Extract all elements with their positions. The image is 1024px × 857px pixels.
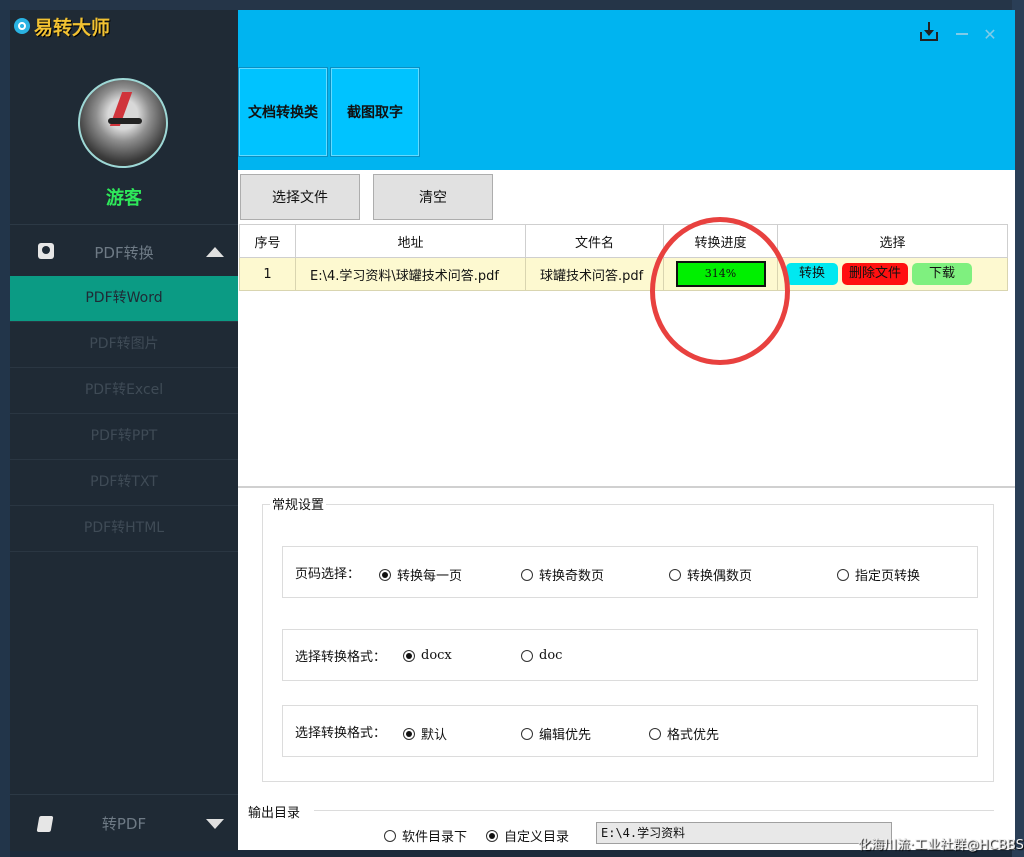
column-header-index[interactable]: 序号	[239, 224, 296, 258]
general-settings-title: 常规设置	[270, 494, 327, 513]
watermark-text: 化海川流·工业社群@HCBBS	[858, 838, 1024, 853]
column-header-actions[interactable]: 选择	[777, 224, 1008, 258]
sidebar-footer-label: 转PDF	[101, 815, 147, 833]
logo-text: 易转大师	[34, 16, 111, 39]
app-logo: 易转大师	[14, 14, 111, 39]
close-icon[interactable]: ✕	[982, 22, 998, 46]
sidebar-item-pdf-to-image[interactable]: PDF转图片	[10, 322, 238, 368]
desktop-background-top	[0, 0, 1024, 10]
page-select-box: 页码选择： 转换每一页 转换奇数页 转换偶数页 指定页转换	[282, 546, 978, 598]
sidebar-item-pdf-to-excel[interactable]: PDF转Excel	[10, 368, 238, 414]
delete-file-button[interactable]: 删除文件	[842, 263, 908, 285]
download-icon[interactable]	[918, 22, 942, 46]
chevron-down-icon[interactable]	[206, 819, 224, 829]
chevron-up-icon[interactable]	[206, 247, 224, 257]
row-filename: 球罐技术问答.pdf	[525, 257, 664, 291]
radio-format-docx[interactable]: docx	[403, 648, 452, 663]
clear-button[interactable]: 清空	[373, 174, 493, 220]
avatar[interactable]	[78, 78, 168, 168]
sidebar-item-pdf-to-word[interactable]: PDF转Word	[10, 276, 238, 322]
file-table: 序号 地址 文件名 转换进度 选择 1 E:\4.学习资料\球罐技术问答.pdf…	[239, 224, 1008, 291]
row-progress-cell: 314%	[663, 257, 778, 291]
radio-priority-edit[interactable]: 编辑优先	[521, 724, 591, 743]
desktop-background-left	[0, 0, 10, 857]
table-header-row: 序号 地址 文件名 转换进度 选择	[239, 224, 1008, 258]
radio-priority-format[interactable]: 格式优先	[649, 724, 719, 743]
column-header-path[interactable]: 地址	[295, 224, 526, 258]
row-actions: 转换 删除文件 下载	[777, 257, 1008, 291]
row-index: 1	[239, 257, 296, 291]
progress-bar: 314%	[675, 261, 766, 287]
radio-priority-default[interactable]: 默认	[403, 724, 447, 743]
row-path: E:\4.学习资料\球罐技术问答.pdf	[295, 257, 526, 291]
select-file-button[interactable]: 选择文件	[240, 174, 360, 220]
format-select-box: 选择转换格式： docx doc	[282, 629, 978, 681]
radio-output-software-dir[interactable]: 软件目录下	[384, 826, 467, 845]
sidebar-section-pdf-convert[interactable]: PDF转换	[10, 224, 238, 277]
toolbar: 选择文件 清空	[238, 170, 1015, 222]
top-bar: ✕ 文档转换类 截图取字	[238, 10, 1015, 170]
convert-button[interactable]: 转换	[786, 263, 838, 285]
sidebar-section-to-pdf[interactable]: 转PDF	[10, 794, 238, 851]
user-name: 游客	[106, 188, 142, 209]
sidebar-item-pdf-to-ppt[interactable]: PDF转PPT	[10, 414, 238, 460]
table-row[interactable]: 1 E:\4.学习资料\球罐技术问答.pdf 球罐技术问答.pdf 314% 转…	[239, 257, 1008, 291]
settings-panel: 常规设置 页码选择： 转换每一页 转换奇数页 转换偶数页 指定页转换 选择转换格…	[238, 488, 1015, 850]
format-select-label: 选择转换格式：	[295, 650, 387, 665]
file-table-area: 序号 地址 文件名 转换进度 选择 1 E:\4.学习资料\球罐技术问答.pdf…	[238, 222, 1015, 488]
app-window: 易转大师 游客 PDF转换 PDF转Word PDF转图片 PDF转Excel …	[10, 10, 1015, 851]
page-select-label: 页码选择：	[295, 567, 361, 582]
column-header-filename[interactable]: 文件名	[525, 224, 664, 258]
column-header-progress[interactable]: 转换进度	[663, 224, 778, 258]
priority-select-label: 选择转换格式：	[295, 726, 387, 741]
sidebar-item-pdf-to-txt[interactable]: PDF转TXT	[10, 460, 238, 506]
sidebar: 易转大师 游客 PDF转换 PDF转Word PDF转图片 PDF转Excel …	[10, 10, 238, 851]
radio-specified-pages[interactable]: 指定页转换	[837, 565, 920, 584]
tab-document-convert[interactable]: 文档转换类	[238, 67, 328, 157]
radio-convert-every-page[interactable]: 转换每一页	[379, 565, 462, 584]
tab-screenshot-ocr[interactable]: 截图取字	[330, 67, 420, 157]
priority-select-box: 选择转换格式： 默认 编辑优先 格式优先	[282, 705, 978, 757]
radio-output-custom-dir[interactable]: 自定义目录	[486, 826, 569, 845]
output-divider	[314, 810, 994, 811]
sidebar-item-pdf-to-html[interactable]: PDF转HTML	[10, 506, 238, 552]
radio-format-doc[interactable]: doc	[521, 648, 562, 663]
output-path-field[interactable]: E:\4.学习资料	[596, 822, 892, 844]
logo-icon	[14, 18, 30, 34]
radio-convert-even-pages[interactable]: 转换偶数页	[669, 565, 752, 584]
output-directory-title: 输出目录	[248, 806, 301, 821]
minimize-icon[interactable]	[954, 22, 970, 46]
avatar-face	[108, 118, 142, 124]
radio-convert-odd-pages[interactable]: 转换奇数页	[521, 565, 604, 584]
download-button[interactable]: 下载	[912, 263, 972, 285]
sidebar-section-label: PDF转换	[94, 244, 154, 262]
